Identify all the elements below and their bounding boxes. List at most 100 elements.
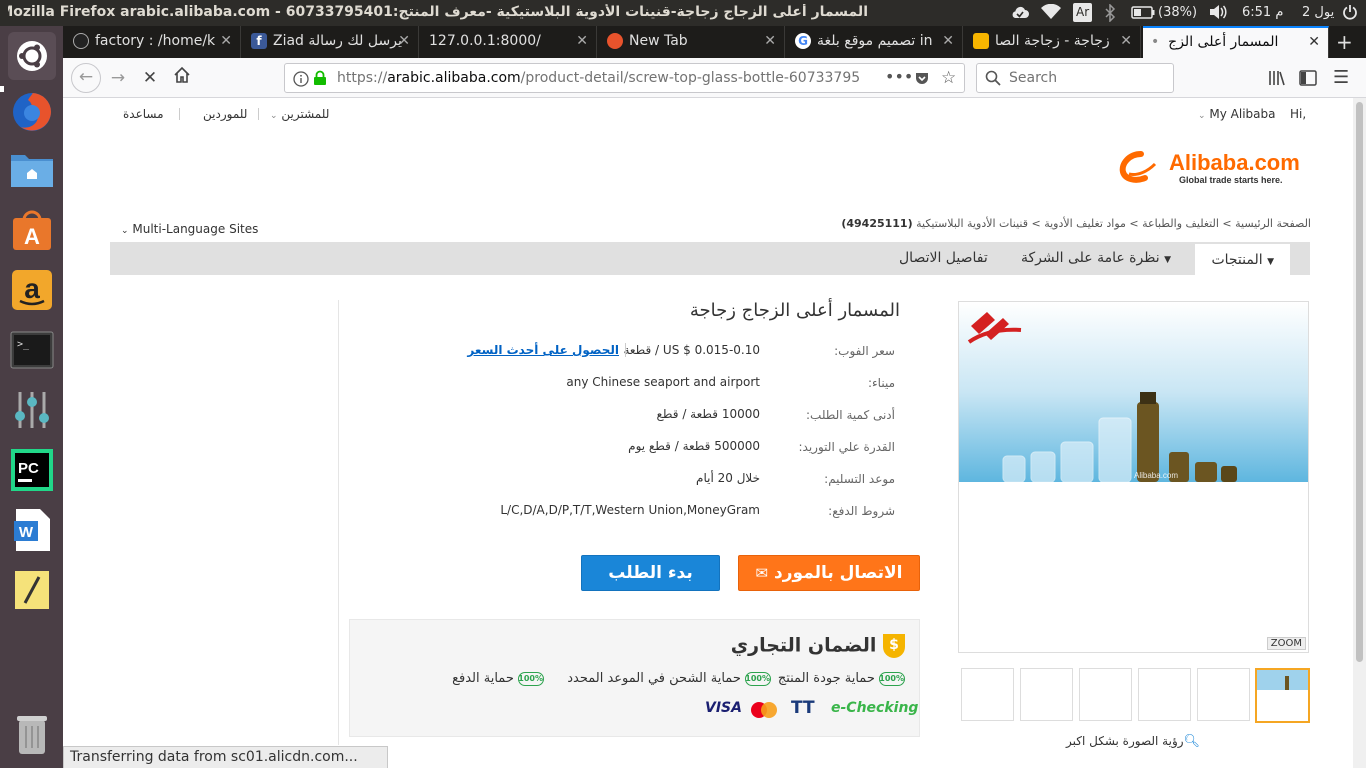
divider [179,108,180,120]
port-label: ميناء: [867,376,895,390]
tab-active-product[interactable]: • المسمار أعلى الزج ✕ [1143,26,1329,58]
url-bar[interactable]: https://arabic.alibaba.com/product-detai… [284,63,965,93]
product-photo[interactable]: Alibaba.com [959,302,1308,483]
ubuntu-dash-icon[interactable] [8,32,56,80]
multi-language-link[interactable]: ⌄ Multi-Language Sites [121,222,258,236]
close-icon[interactable]: ✕ [942,26,954,56]
help-link[interactable]: مساعدة [123,107,164,121]
pocket-icon[interactable] [914,70,930,89]
tab-github[interactable]: factory : /home/k ✕ [65,26,241,58]
tab-label: المسمار أعلى الزج [1168,34,1279,50]
thumbnail-3[interactable] [1138,668,1191,721]
close-icon[interactable]: ✕ [764,26,776,56]
buyers-link[interactable]: ⌄ للمشترين [270,107,329,121]
library-icon[interactable] [1268,69,1286,90]
product-image-frame[interactable]: Alibaba.com ZOOM [958,301,1309,653]
moq-value: 10000 قطعة / قطع [656,407,760,421]
tab-label: factory : /home/k [95,33,216,49]
svg-text:A: A [24,224,40,249]
svg-text:PC: PC [18,460,39,477]
cloud-sync-icon[interactable] [1010,4,1030,22]
info-icon[interactable] [293,71,309,90]
wifi-icon[interactable] [1041,3,1061,22]
writer-icon[interactable]: W [8,506,56,554]
contact-supplier-button[interactable]: ✉ الاتصال بالمورد [738,555,920,591]
scrollbar-thumb[interactable] [1356,102,1363,662]
volume-icon[interactable] [1208,4,1228,22]
suppliers-link[interactable]: للموردين [203,107,247,121]
page-scrollbar[interactable] [1353,98,1366,768]
close-icon[interactable]: ✕ [398,26,410,56]
system-settings-icon[interactable] [8,386,56,434]
mastercard-logo [749,701,779,719]
tab-company-overview[interactable]: نظرة عامة على الشركة ▼ [1021,242,1171,275]
pycharm-icon[interactable]: PC [8,446,56,494]
power-icon[interactable] [1342,4,1358,22]
tab-facebook[interactable]: f Ziad يرسل لك رسالة ✕ [243,26,419,58]
close-icon[interactable]: ✕ [576,26,588,56]
status-bar: Transferring data from sc01.alicdn.com..… [63,746,388,768]
new-tab-button[interactable]: + [1336,30,1353,54]
sidebar-icon[interactable] [1299,69,1317,90]
menu-icon[interactable]: ☰ [1333,67,1349,88]
fob-price-value: US $ 0.015-0.10 / قطعة [623,343,760,357]
terminal-icon[interactable]: >_ [8,326,56,374]
trash-icon[interactable] [8,710,56,758]
thumbnail-1[interactable] [1255,668,1310,723]
text-editor-icon[interactable] [8,566,56,614]
supply-ability-label: القدرة علي التوريد: [798,440,896,454]
thumbnail-4[interactable] [1079,668,1132,721]
close-icon[interactable]: ✕ [1120,26,1132,56]
bluetooth-icon[interactable] [1104,3,1116,23]
caret-down-icon: ▼ [1267,257,1274,267]
files-icon[interactable] [8,146,56,194]
divider [258,108,259,120]
image-watermark: Alibaba.com [1134,471,1178,480]
view-larger-link[interactable]: 🔍︎رؤية الصورة بشكل اكبر [1066,734,1200,749]
home-button[interactable] [169,66,195,92]
tab-alibaba[interactable]: زجاجة - زجاجة الصا ✕ [965,26,1141,58]
navigation-toolbar: ← → ✕ https://arabic.alibaba.com/product… [63,58,1366,98]
alibaba-logo[interactable]: Alibaba.com Global trade starts here. [1119,148,1314,188]
page-actions-icon[interactable]: ••• [885,67,913,86]
github-icon [73,33,89,49]
software-center-icon[interactable]: A [8,206,56,254]
payment-terms-value: L/C,D/A,D/P,T/T,Western Union,MoneyGram [500,503,760,517]
window-title: المسمار أعلى الزجاج زجاجة-قنينات الأدوية… [8,4,868,20]
my-alibaba-link[interactable]: ⌄ My Alibaba [1198,107,1275,121]
thumbnail-6[interactable] [961,668,1014,721]
unity-launcher: A a >_ PC W [0,26,63,768]
google-icon: G [795,33,811,49]
url-text[interactable]: https://arabic.alibaba.com/product-detai… [337,70,897,86]
zoom-button[interactable]: ZOOM [1266,637,1306,650]
close-icon[interactable]: ✕ [1308,28,1320,56]
system-top-bar: المسمار أعلى الزجاج زجاجة-قنينات الأدوية… [0,0,1366,26]
svg-text:W: W [19,524,34,541]
thumbnail-2[interactable] [1197,668,1250,721]
tab-localhost[interactable]: 127.0.0.1:8000/ ✕ [421,26,597,58]
tab-contact-details[interactable]: تفاصيل الاتصال [899,242,988,275]
tab-label: زجاجة - زجاجة الصا [995,33,1110,49]
lock-icon[interactable] [313,70,327,89]
tab-products[interactable]: المنتجات ▼ [1195,242,1290,275]
chevron-down-icon: ⌄ [1198,111,1206,121]
search-bar[interactable]: Search [976,63,1174,93]
keyboard-layout-indicator[interactable]: Ar [1073,3,1093,22]
start-order-button[interactable]: بدء الطلب [581,555,720,591]
firefox-icon[interactable] [8,88,56,136]
back-button[interactable]: ← [71,63,101,93]
battery-icon[interactable] [1131,4,1155,22]
thumbnail-5[interactable] [1020,668,1073,721]
date[interactable]: 2 يول [1302,4,1334,22]
get-latest-price-link[interactable]: الحصول على أحدث السعر [467,343,619,357]
tab-new-tab[interactable]: New Tab ✕ [599,26,785,58]
tab-google[interactable]: G تصميم موقع بلغة in ✕ [787,26,963,58]
forward-button[interactable]: → [105,66,131,92]
close-icon[interactable]: ✕ [220,26,232,56]
battery-percent: (38%) [1158,5,1198,20]
bookmark-star-icon[interactable]: ☆ [941,68,956,88]
breadcrumb-links[interactable]: الصفحة الرئيسية > التغليف والطباعة > موا… [916,217,1311,230]
stop-button[interactable]: ✕ [137,66,163,92]
amazon-icon[interactable]: a [8,266,56,314]
clock[interactable]: 6:51 م [1242,4,1283,22]
